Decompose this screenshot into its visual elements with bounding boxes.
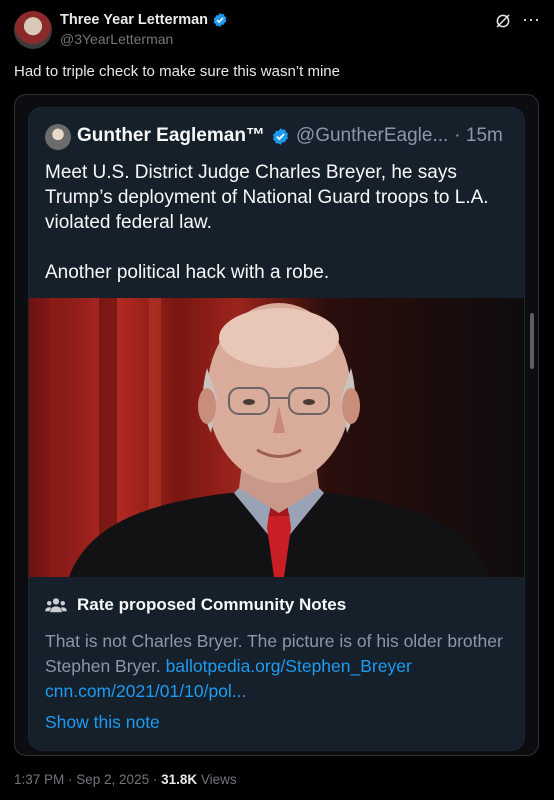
people-icon bbox=[45, 598, 67, 613]
avatar[interactable] bbox=[14, 11, 52, 49]
notes-header: Rate proposed Community Notes bbox=[45, 595, 346, 615]
views-label: Views bbox=[197, 772, 237, 787]
portrait-illustration bbox=[49, 298, 489, 577]
quoted-name-row: Gunther Eagleman™ @GuntherEagle... · 15m bbox=[77, 125, 503, 147]
scrollbar[interactable] bbox=[530, 313, 534, 369]
note-body: That is not Charles Bryer. The picture i… bbox=[45, 629, 515, 704]
notes-title: Rate proposed Community Notes bbox=[77, 595, 347, 614]
note-link-cnn[interactable]: cnn.com/2021/01/10/pol... bbox=[45, 681, 246, 701]
grok-icon[interactable] bbox=[494, 12, 512, 30]
more-icon[interactable]: ··· bbox=[522, 10, 540, 28]
quoted-photo bbox=[29, 298, 524, 577]
post-footer: 1:37 PM · Sep 2, 2025 · 31.8K Views bbox=[14, 772, 237, 787]
views-count: 31.8K bbox=[161, 772, 198, 787]
quoted-handle: @GuntherEagle... bbox=[295, 125, 449, 146]
quoted-text: Meet U.S. District Judge Charles Breyer,… bbox=[45, 162, 489, 283]
quoted-avatar bbox=[45, 124, 71, 150]
show-note-button[interactable]: Show this note bbox=[45, 712, 160, 733]
author-handle[interactable]: @3YearLetterman bbox=[60, 31, 173, 47]
quoted-post-screenshot[interactable]: Gunther Eagleman™ @GuntherEagle... · 15m… bbox=[28, 107, 525, 751]
quoted-timestamp: · 15m bbox=[454, 125, 503, 146]
verified-badge-icon bbox=[272, 127, 288, 145]
verified-badge-icon bbox=[213, 13, 227, 27]
tweet-text: Had to triple check to make sure this wa… bbox=[14, 63, 340, 80]
post-timestamp[interactable]: 1:37 PM · Sep 2, 2025 · bbox=[14, 772, 161, 787]
author-display-name[interactable]: Three Year Letterman bbox=[60, 12, 208, 28]
tweet-header: Three Year Letterman @3YearLetterman ··· bbox=[14, 10, 540, 50]
quoted-display-name: Gunther Eagleman™ bbox=[77, 125, 265, 146]
note-link-ballotpedia[interactable]: ballotpedia.org/Stephen_Breyer bbox=[166, 656, 412, 676]
community-notes-panel: Rate proposed Community Notes That is no… bbox=[29, 577, 524, 750]
author-name-row: Three Year Letterman bbox=[60, 12, 228, 28]
